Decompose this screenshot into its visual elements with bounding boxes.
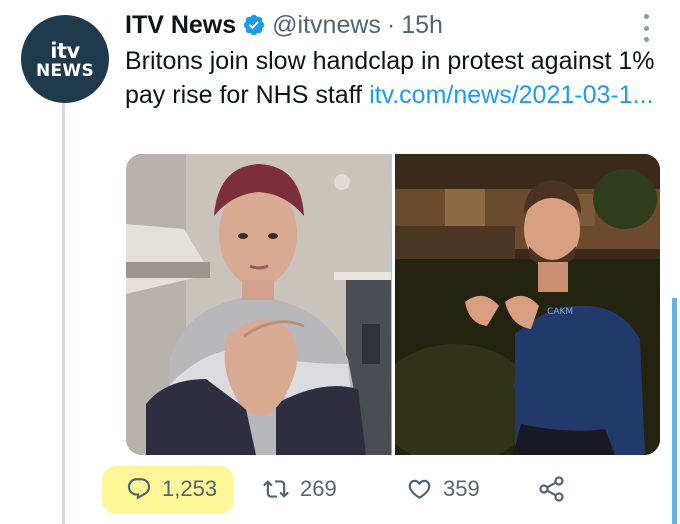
tweet-media[interactable]: CAKM <box>126 154 660 455</box>
more-dot <box>643 37 649 42</box>
tweet-actions: 1,253 269 359 <box>102 466 586 514</box>
tweet-text: Britons join slow handclap in protest ag… <box>125 44 660 112</box>
author-handle[interactable]: @itvnews <box>272 11 381 40</box>
retweet-count: 269 <box>300 476 337 501</box>
avatar[interactable]: itv NEWS <box>21 15 109 103</box>
photo-man-clapping-illustration: CAKM <box>394 154 660 455</box>
author-name[interactable]: ITV News <box>125 11 236 40</box>
avatar-logo-itv: itv <box>50 39 80 63</box>
tweet-time[interactable]: 15h <box>401 11 443 40</box>
shirt-logo-text: CAKM <box>547 307 573 317</box>
photo-man-clapping[interactable]: CAKM <box>394 154 660 455</box>
reply-count: 1,253 <box>162 476 218 501</box>
avatar-logo-news: NEWS <box>35 61 95 81</box>
like-count: 359 <box>443 476 480 501</box>
more-options-icon[interactable] <box>636 14 656 42</box>
reply-icon <box>126 476 152 502</box>
scroll-indicator[interactable] <box>672 298 677 524</box>
share-icon <box>538 475 566 503</box>
tweet-header: ITV News @itvnews · 15h <box>125 7 443 43</box>
reply-button[interactable]: 1,253 <box>126 470 217 508</box>
tweet-link[interactable]: itv.com/news/2021-03-1... <box>369 81 653 109</box>
thread-line <box>62 102 65 524</box>
retweet-button[interactable]: 269 <box>262 470 337 508</box>
retweet-icon <box>262 476 290 502</box>
share-button[interactable] <box>538 470 566 508</box>
separator-dot: · <box>386 10 396 39</box>
more-dot <box>643 25 649 31</box>
heart-icon <box>406 476 433 502</box>
more-dot <box>643 14 649 19</box>
photo-woman-clapping-illustration <box>126 154 391 455</box>
photo-woman-clapping[interactable] <box>126 154 392 455</box>
like-button[interactable]: 359 <box>406 470 480 508</box>
verified-badge-icon <box>242 13 266 37</box>
